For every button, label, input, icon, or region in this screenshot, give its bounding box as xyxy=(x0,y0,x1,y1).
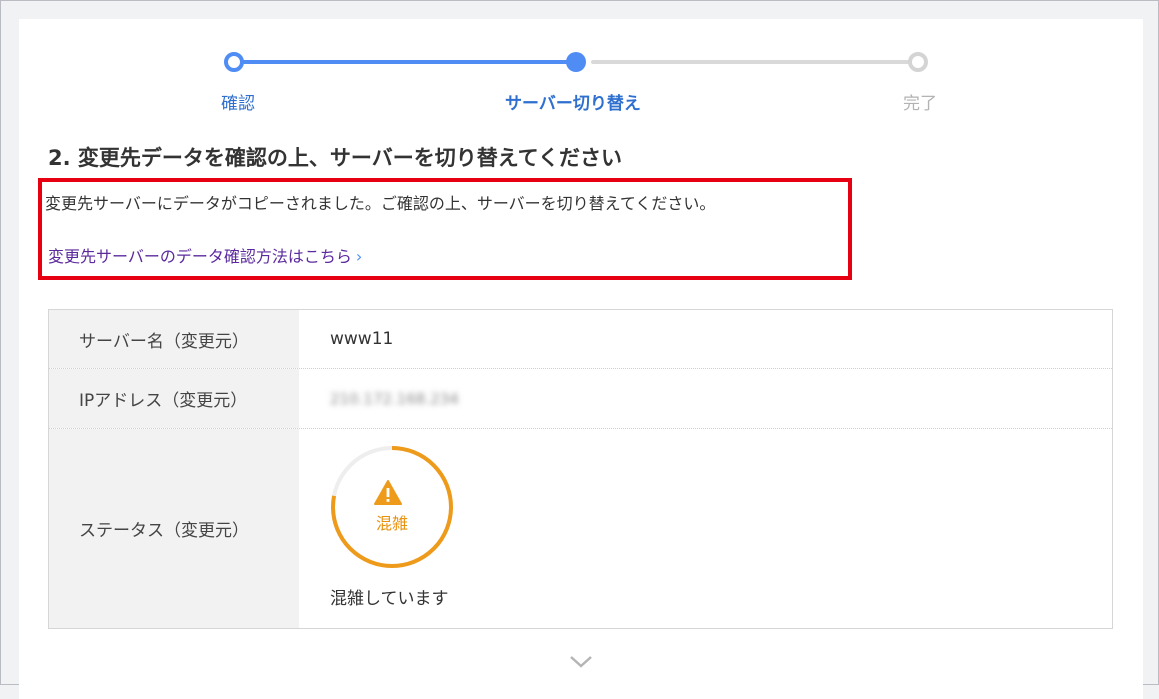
page-heading: 2. 変更先データを確認の上、サーバーを切り替えてください xyxy=(48,146,623,170)
window-frame: 確認 サーバー切り替え 完了 2. 変更先データを確認の上、サーバーを切り替えて… xyxy=(0,0,1159,699)
chevron-right-icon: › xyxy=(355,247,363,266)
ip-address-value: 210.172.168.234 xyxy=(330,389,459,408)
row-label-ip-address: IPアドレス（変更元） xyxy=(49,369,299,428)
table-row-ip-address: IPアドレス（変更元） 210.172.168.234 xyxy=(49,369,1112,429)
stepper-track-remaining xyxy=(591,60,925,64)
step-2-label: サーバー切り替え xyxy=(505,94,641,114)
chevron-down-icon[interactable] xyxy=(569,655,593,669)
row-label-server-name: サーバー名（変更元） xyxy=(49,310,299,368)
warning-icon xyxy=(374,480,402,505)
step-3-label: 完了 xyxy=(903,94,937,114)
status-description: 混雑しています xyxy=(330,589,449,609)
row-label-status: ステータス（変更元） xyxy=(49,429,299,628)
link-label: 変更先サーバーのデータ確認方法はこちら xyxy=(48,247,352,266)
gauge-label: 混雑 xyxy=(375,514,408,533)
gauge-ring xyxy=(331,446,453,568)
step-1-dot xyxy=(224,52,244,72)
server-name-value: www11 xyxy=(330,329,394,349)
progress-stepper: 確認 サーバー切り替え 完了 xyxy=(19,19,1143,129)
content-card: 確認 サーバー切り替え 完了 2. 変更先データを確認の上、サーバーを切り替えて… xyxy=(19,19,1143,699)
table-row-status: ステータス（変更元） 混雑 混雑しています xyxy=(49,429,1112,628)
step-3-dot xyxy=(908,52,928,72)
step-2-dot xyxy=(566,52,586,72)
stepper-track-completed xyxy=(241,60,579,64)
server-info-table: サーバー名（変更元） www11 IPアドレス（変更元） 210.172.168… xyxy=(48,309,1113,629)
status-gauge: 混雑 xyxy=(329,444,455,570)
step-1-label: 確認 xyxy=(221,94,255,114)
table-row-server-name: サーバー名（変更元） www11 xyxy=(49,310,1112,369)
notice-message: 変更先サーバーにデータがコピーされました。ご確認の上、サーバーを切り替えてくださ… xyxy=(45,194,716,213)
data-check-method-link[interactable]: 変更先サーバーのデータ確認方法はこちら › xyxy=(48,243,362,267)
